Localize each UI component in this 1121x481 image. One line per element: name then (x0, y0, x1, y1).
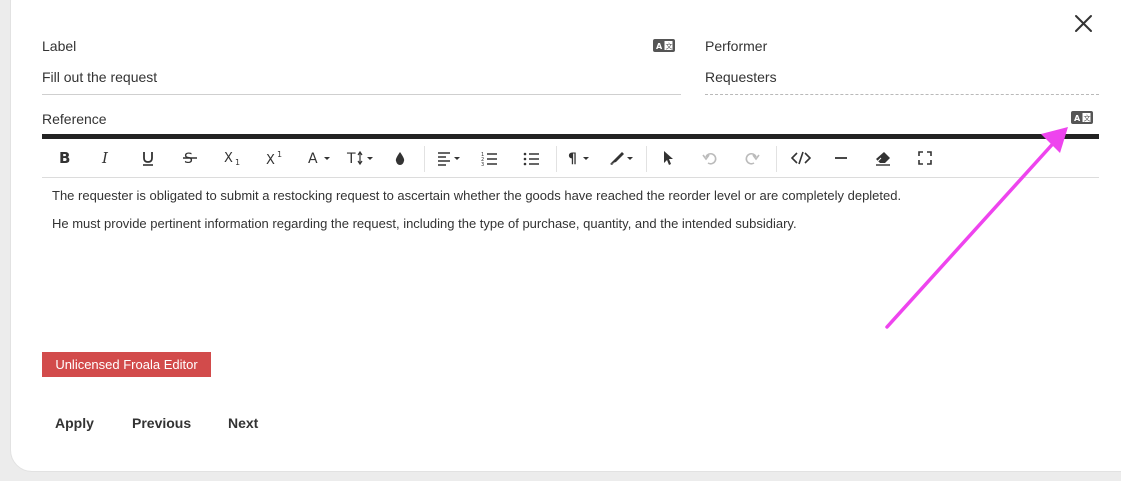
paragraph-format-icon[interactable]: ¶ (567, 146, 595, 170)
editor-paragraph[interactable]: He must provide pertinent information re… (52, 216, 797, 231)
fullscreen-icon[interactable] (916, 146, 934, 170)
svg-text:T: T (346, 151, 356, 166)
svg-text:B: B (59, 150, 70, 166)
undo-icon[interactable] (701, 146, 719, 170)
text-color-icon[interactable] (392, 146, 408, 170)
license-badge[interactable]: Unlicensed Froala Editor (42, 352, 211, 377)
svg-text:X: X (266, 153, 275, 166)
translate-icon[interactable]: A 文 (653, 39, 675, 52)
close-icon[interactable] (1073, 13, 1094, 34)
svg-text:文: 文 (666, 42, 673, 51)
font-family-icon[interactable]: A (306, 146, 334, 170)
toolbar-separator (556, 146, 557, 172)
previous-button[interactable]: Previous (132, 415, 191, 431)
reference-translate-icon[interactable]: A 文 (1071, 111, 1093, 124)
dialog-panel (10, 0, 1121, 472)
inline-style-icon[interactable] (608, 146, 636, 170)
svg-text:A: A (308, 151, 318, 166)
ordered-list-icon[interactable]: 123 (481, 146, 499, 170)
svg-text:A: A (1074, 114, 1081, 123)
unordered-list-icon[interactable] (523, 146, 541, 170)
performer-field-underline (705, 94, 1099, 95)
label-field-underline (42, 94, 681, 95)
label-field-title: Label (42, 38, 77, 54)
bold-icon[interactable]: B (56, 146, 74, 170)
align-icon[interactable] (436, 146, 464, 170)
svg-text:1: 1 (277, 150, 282, 159)
select-all-icon[interactable] (660, 146, 676, 170)
editor-paragraph[interactable]: The requester is obligated to submit a r… (52, 188, 901, 203)
font-size-icon[interactable]: T (346, 146, 376, 170)
underline-icon[interactable] (139, 146, 157, 170)
svg-text:I: I (101, 150, 109, 166)
clear-formatting-icon[interactable] (874, 146, 892, 170)
svg-text:¶: ¶ (568, 151, 577, 166)
strikethrough-icon[interactable]: S (181, 146, 199, 170)
performer-field-title: Performer (705, 38, 768, 54)
toolbar-separator (646, 146, 647, 172)
svg-text:文: 文 (1084, 114, 1091, 123)
horizontal-line-icon[interactable] (832, 146, 850, 170)
svg-text:A: A (656, 42, 663, 51)
redo-icon[interactable] (743, 146, 761, 170)
editor-toolbar: B I S X1 X1 A T 123 ¶ (42, 139, 1099, 178)
toolbar-separator (424, 146, 425, 172)
code-view-icon[interactable] (790, 146, 812, 170)
toolbar-separator (776, 146, 777, 172)
svg-text:1: 1 (235, 158, 240, 166)
apply-button[interactable]: Apply (55, 415, 94, 431)
performer-select[interactable]: Requesters (705, 69, 777, 85)
reference-field-title: Reference (42, 111, 107, 127)
italic-icon[interactable]: I (98, 146, 116, 170)
svg-text:3: 3 (481, 162, 484, 166)
svg-text:X: X (224, 151, 233, 166)
next-button[interactable]: Next (228, 415, 258, 431)
subscript-icon[interactable]: X1 (222, 146, 244, 170)
label-field-input[interactable]: Fill out the request (42, 69, 157, 85)
superscript-icon[interactable]: X1 (264, 146, 286, 170)
